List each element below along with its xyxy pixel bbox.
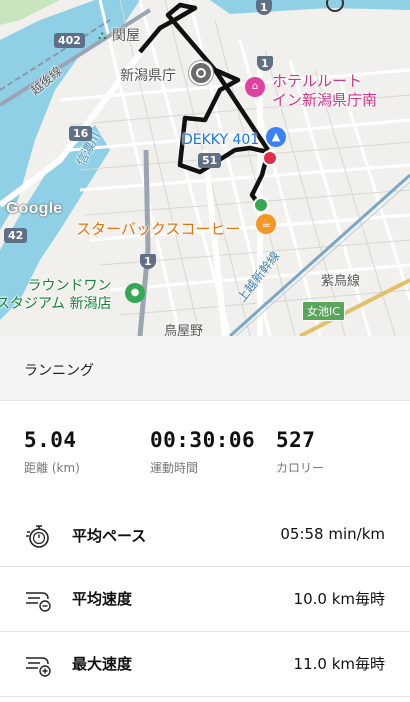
route-shield: 402 xyxy=(54,33,85,48)
route-shield: 1 xyxy=(256,0,272,15)
route-map[interactable]: ⌂ ▲ ☕ ● ⛬ 関屋 新潟県庁 ホテルルート イン新潟県庁南 DEKKY 4… xyxy=(0,0,410,336)
label-hakusan-line: 紫鳥線 xyxy=(321,274,361,289)
detail-value: 10.0 km毎時 xyxy=(293,590,385,608)
speed-average-icon xyxy=(26,592,51,612)
label-round1: ラウンドワン スタジアム 新潟店 xyxy=(0,278,112,312)
cafe-icon[interactable]: ☕ xyxy=(256,214,276,234)
route-shield: 1 xyxy=(140,254,156,269)
distance-value: 5.04 xyxy=(24,428,77,452)
detail-row-avg-speed: 平均速度 10.0 km毎時 xyxy=(0,567,410,632)
detail-name: 平均ペース xyxy=(72,527,147,545)
route-shield: 1 xyxy=(257,56,273,71)
label-starbucks: スターバックスコーヒー xyxy=(76,220,241,238)
shopping-icon[interactable]: ▲ xyxy=(266,127,286,147)
label-toriyano: 鳥屋野 xyxy=(164,324,204,336)
stat-duration: 00:30:06 運動時間 xyxy=(150,428,255,476)
duration-label: 運動時間 xyxy=(150,461,199,475)
activity-header: ランニング xyxy=(0,336,410,401)
detail-row-pace: 平均ペース 05:58 min/km xyxy=(0,504,410,567)
detail-list: 平均ペース 05:58 min/km 平均速度 10.0 km毎時 最大速度 1… xyxy=(0,504,410,697)
label-dekky: DEKKY 401 xyxy=(182,132,260,148)
label-ic: 女池IC xyxy=(302,301,345,321)
detail-row-max-speed: 最大速度 11.0 km毎時 xyxy=(0,632,410,697)
route-shield: 42 xyxy=(4,228,28,243)
distance-label: 距離 (km) xyxy=(24,461,80,475)
hotel-icon[interactable]: ⌂ xyxy=(245,77,265,97)
stadium-icon[interactable]: ● xyxy=(125,283,145,303)
duration-value: 00:30:06 xyxy=(150,428,256,452)
google-logo: Google xyxy=(6,200,63,217)
calories-value: 527 xyxy=(276,428,316,452)
label-sekiya: 関屋 xyxy=(112,28,140,44)
stopwatch-icon xyxy=(26,525,49,548)
detail-value: 11.0 km毎時 xyxy=(293,655,385,673)
stat-calories: 527 カロリー xyxy=(276,428,324,476)
landmark-icon[interactable] xyxy=(189,61,213,85)
detail-name: 平均速度 xyxy=(72,590,133,608)
summary-stats: 5.04 距離 (km) 00:30:06 運動時間 527 カロリー xyxy=(0,428,410,488)
stat-distance: 5.04 距離 (km) xyxy=(24,428,80,476)
route-shield: 51 xyxy=(198,153,222,168)
activity-type: ランニング xyxy=(24,363,94,379)
label-hotel: ホテルルート イン新潟県庁南 xyxy=(272,72,378,109)
label-prefecture-office: 新潟県庁 xyxy=(120,68,176,84)
end-marker-icon[interactable] xyxy=(262,150,278,166)
detail-value: 05:58 min/km xyxy=(280,525,385,543)
start-marker-icon[interactable] xyxy=(253,197,269,213)
station-icon: ⛬ xyxy=(98,28,107,42)
detail-name: 最大速度 xyxy=(72,655,133,673)
route-shield: 16 xyxy=(69,126,93,141)
calories-label: カロリー xyxy=(276,461,325,475)
speed-max-icon xyxy=(26,657,51,677)
